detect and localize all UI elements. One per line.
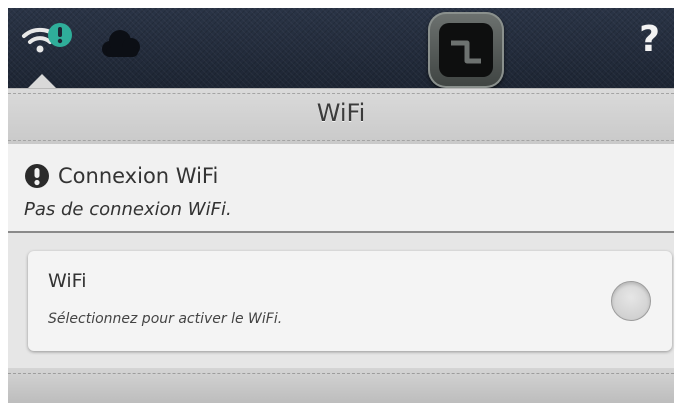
connection-status-panel: Connexion WiFi Pas de connexion WiFi. (8, 144, 674, 233)
status-title-row: Connexion WiFi (24, 162, 218, 190)
status-message: Pas de connexion WiFi. (24, 199, 232, 220)
page-title: WiFi (316, 99, 366, 127)
app-logo-icon[interactable] (428, 12, 504, 88)
page-header: WiFi (8, 88, 674, 145)
wifi-card-description: Sélectionnez pour activer le WiFi. (48, 311, 283, 327)
wifi-card-title: WiFi (48, 270, 87, 292)
settings-area: WiFi Sélectionnez pour activer le WiFi. (8, 233, 674, 368)
menu-pointer (28, 74, 56, 88)
footer-band (8, 368, 674, 403)
wifi-toggle-card[interactable]: WiFi Sélectionnez pour activer le WiFi. (28, 251, 672, 351)
status-title: Connexion WiFi (58, 164, 219, 188)
top-bar: ? (8, 8, 674, 91)
cloud-icon[interactable] (96, 27, 148, 61)
exclamation-icon (25, 164, 49, 188)
wifi-alert-icon[interactable] (20, 20, 76, 60)
wifi-toggle[interactable] (611, 281, 651, 321)
help-button[interactable]: ? (639, 20, 660, 60)
